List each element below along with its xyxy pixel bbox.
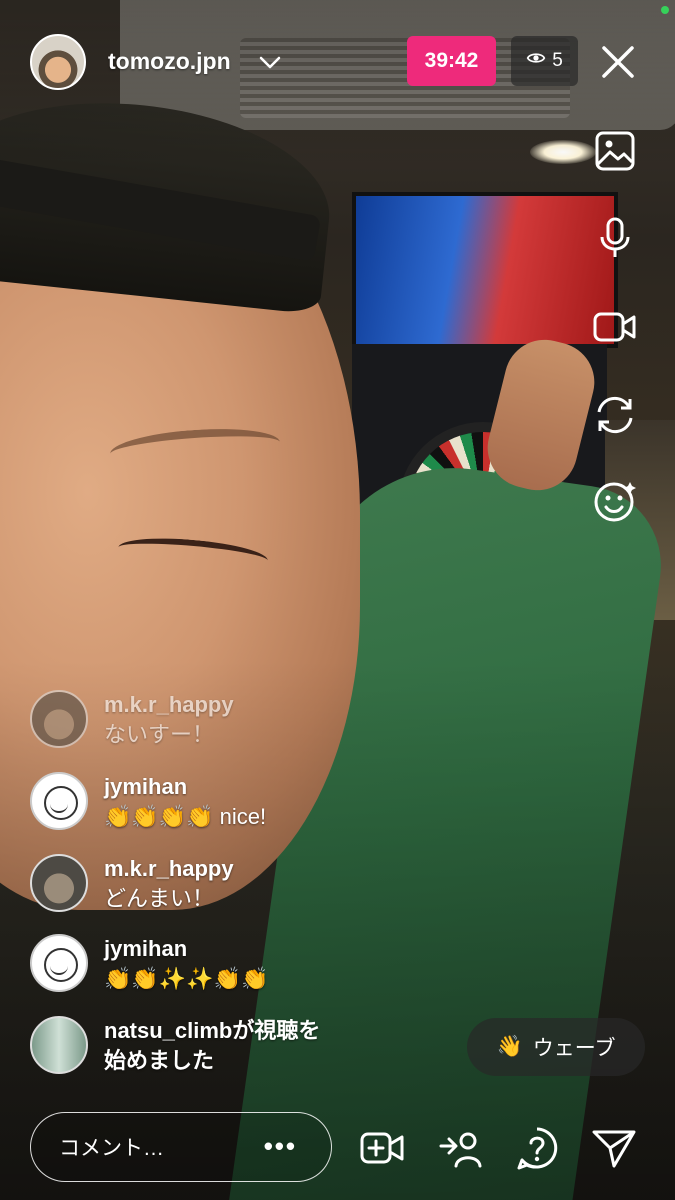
live-timer-badge: 39:42 bbox=[407, 36, 496, 86]
chevron-down-icon[interactable] bbox=[258, 50, 282, 74]
comment-item[interactable]: jymihan 👏👏👏👏 nice! bbox=[30, 772, 266, 832]
comment-text: ないすー！ bbox=[104, 722, 215, 747]
host-avatar[interactable] bbox=[30, 34, 86, 90]
commenter-username[interactable]: m.k.r_happy bbox=[104, 854, 234, 884]
invite-user-icon[interactable] bbox=[437, 1124, 485, 1172]
viewer-count: 5 bbox=[552, 50, 563, 71]
viewer-count-badge[interactable]: 5 bbox=[511, 36, 578, 86]
comment-item[interactable]: m.k.r_happy ないすー！ bbox=[30, 690, 234, 750]
join-text-line2: 始めました bbox=[104, 1048, 215, 1073]
join-text: が視聴を bbox=[232, 1018, 321, 1043]
commenter-username[interactable]: jymihan bbox=[104, 772, 266, 802]
comment-item[interactable]: jymihan 👏👏✨✨👏👏 bbox=[30, 934, 268, 994]
microphone-icon[interactable] bbox=[592, 215, 638, 261]
more-options-icon[interactable]: ••• bbox=[264, 1131, 297, 1162]
commenter-username[interactable]: m.k.r_happy bbox=[104, 690, 234, 720]
question-icon[interactable] bbox=[513, 1124, 561, 1172]
commenter-avatar[interactable] bbox=[30, 772, 88, 830]
commenter-username[interactable]: jymihan bbox=[104, 934, 268, 964]
join-notification[interactable]: natsu_climbが視聴を 始めました bbox=[30, 1016, 320, 1076]
close-icon[interactable] bbox=[598, 42, 638, 82]
commenter-avatar[interactable] bbox=[30, 690, 88, 748]
face-effects-icon[interactable] bbox=[592, 478, 638, 524]
image-icon[interactable] bbox=[592, 128, 638, 174]
comment-text: 👏👏👏👏 nice! bbox=[104, 804, 267, 829]
comment-text: 👏👏✨✨👏👏 bbox=[104, 966, 269, 991]
share-send-icon[interactable] bbox=[590, 1124, 638, 1172]
comment-text: どんまい！ bbox=[104, 886, 215, 911]
commenter-avatar[interactable] bbox=[30, 1016, 88, 1074]
flip-camera-icon[interactable] bbox=[592, 392, 638, 438]
comment-input[interactable]: コメント… ••• bbox=[30, 1112, 332, 1182]
eye-icon bbox=[526, 48, 546, 74]
wave-button[interactable]: 👋 ウェーブ bbox=[467, 1018, 645, 1076]
camera-active-indicator bbox=[661, 6, 669, 14]
commenter-avatar[interactable] bbox=[30, 934, 88, 992]
wave-button-label: ウェーブ bbox=[532, 1037, 616, 1060]
wave-hand-icon: 👋 bbox=[496, 1035, 523, 1058]
add-guest-video-icon[interactable] bbox=[358, 1124, 406, 1172]
comment-item[interactable]: m.k.r_happy どんまい！ bbox=[30, 854, 234, 914]
commenter-avatar[interactable] bbox=[30, 854, 88, 912]
host-username[interactable]: tomozo.jpn bbox=[108, 48, 231, 75]
commenter-username[interactable]: natsu_climb bbox=[104, 1018, 232, 1043]
comment-placeholder: コメント… bbox=[59, 1137, 164, 1160]
video-camera-icon[interactable] bbox=[592, 304, 638, 350]
